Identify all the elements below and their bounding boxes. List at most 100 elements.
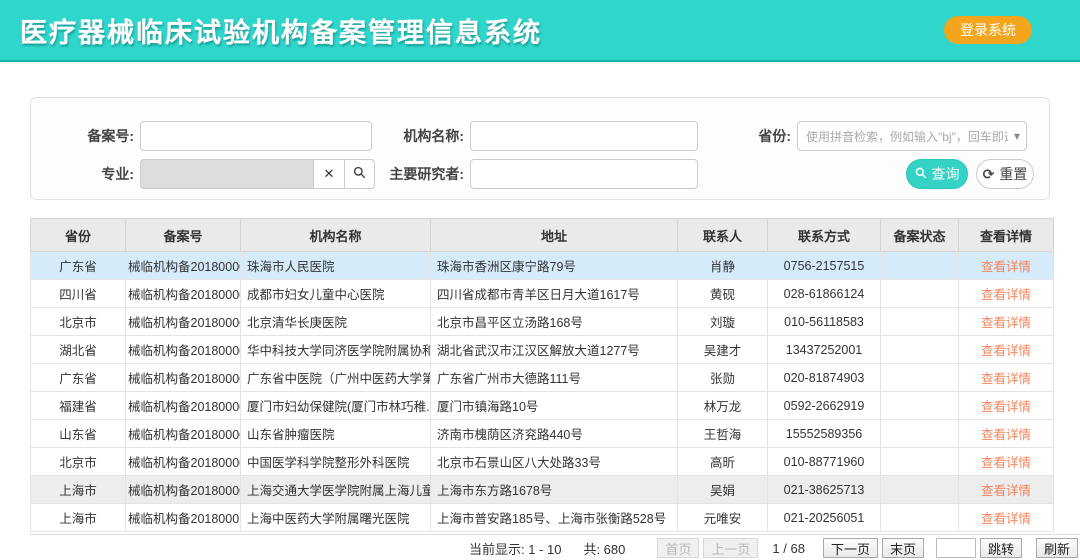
cell-province: 山东省 — [31, 420, 126, 448]
cell-detail: 查看详情 — [959, 504, 1054, 532]
cell-province: 上海市 — [31, 504, 126, 532]
cell-contact: 元唯安 — [678, 504, 768, 532]
cell-detail: 查看详情 — [959, 364, 1054, 392]
total-count: 共: 680 — [583, 539, 625, 558]
province-field: 省份: 使用拼音检索，例如输入"bj"，回车即选... ▾ — [711, 120, 1027, 152]
cell-phone: 010-56118583 — [768, 308, 881, 336]
cell-phone: 0592-2662919 — [768, 392, 881, 420]
column-header: 备案号 — [126, 219, 241, 252]
cell-address: 厦门市镇海路10号 — [431, 392, 678, 420]
table-row[interactable]: 上海市械临机构备201800009上海交通大学医学院附属上海儿童...上海市东方… — [31, 476, 1054, 504]
cell-org: 北京清华长庚医院 — [241, 308, 431, 336]
cell-status — [881, 392, 959, 420]
form-actions: 查询 ⟳ 重置 — [906, 158, 1034, 190]
table-row[interactable]: 广东省械临机构备201800005广东省中医院（广州中医药大学第...广东省广州… — [31, 364, 1054, 392]
view-detail-link[interactable]: 查看详情 — [981, 344, 1031, 358]
next-page-button[interactable]: 下一页 — [823, 538, 878, 558]
pi-label: 主要研究者: — [371, 164, 464, 184]
cell-province: 北京市 — [31, 308, 126, 336]
last-page-button[interactable]: 末页 — [882, 538, 924, 558]
cell-phone: 021-20256051 — [768, 504, 881, 532]
page-jump-input[interactable] — [936, 538, 976, 558]
cell-address: 北京市石景山区八大处路33号 — [431, 448, 678, 476]
refresh-button[interactable]: 刷新 — [1036, 538, 1078, 558]
cell-org: 厦门市妇幼保健院(厦门市林巧稚... — [241, 392, 431, 420]
org-name-input[interactable] — [470, 121, 698, 151]
cell-detail: 查看详情 — [959, 476, 1054, 504]
view-detail-link[interactable]: 查看详情 — [981, 400, 1031, 414]
view-detail-link[interactable]: 查看详情 — [981, 316, 1031, 330]
cell-contact: 黄砚 — [678, 280, 768, 308]
cell-detail: 查看详情 — [959, 420, 1054, 448]
cell-detail: 查看详情 — [959, 280, 1054, 308]
close-icon: ✕ — [324, 166, 335, 182]
page-title: 医疗器械临床试验机构备案管理信息系统 — [20, 11, 542, 50]
view-detail-link[interactable]: 查看详情 — [981, 372, 1031, 386]
search-panel: 备案号: 机构名称: 省份: 使用拼音检索，例如输入"bj"，回车即选... ▾… — [30, 97, 1050, 200]
cell-address: 湖北省武汉市江汉区解放大道1277号 — [431, 336, 678, 364]
table-row[interactable]: 广东省械临机构备201800001珠海市人民医院珠海市香洲区康宁路79号肖静07… — [31, 252, 1054, 280]
specialty-clear-button[interactable]: ✕ — [313, 159, 344, 189]
cell-filing_no: 械临机构备201800002 — [126, 280, 241, 308]
table-row[interactable]: 北京市械临机构备201800008中国医学科学院整形外科医院北京市石景山区八大处… — [31, 448, 1054, 476]
search-icon — [915, 166, 927, 182]
table-row[interactable]: 上海市械临机构备201800010上海中医药大学附属曙光医院上海市普安路185号… — [31, 504, 1054, 532]
refresh-icon: ⟳ — [983, 167, 995, 181]
province-select[interactable]: 使用拼音检索，例如输入"bj"，回车即选... ▾ — [797, 121, 1027, 151]
first-page-button[interactable]: 首页 — [657, 538, 699, 558]
cell-province: 湖北省 — [31, 336, 126, 364]
cell-address: 上海市东方路1678号 — [431, 476, 678, 504]
filing-no-input[interactable] — [140, 121, 372, 151]
cell-phone: 028-61866124 — [768, 280, 881, 308]
cell-detail: 查看详情 — [959, 252, 1054, 280]
cell-province: 广东省 — [31, 252, 126, 280]
view-detail-link[interactable]: 查看详情 — [981, 288, 1031, 302]
cell-phone: 15552589356 — [768, 420, 881, 448]
reset-button[interactable]: ⟳ 重置 — [976, 159, 1034, 189]
cell-province: 广东省 — [31, 364, 126, 392]
org-name-label: 机构名称: — [371, 126, 464, 146]
results-table: 省份备案号机构名称地址联系人联系方式备案状态查看详情 广东省械临机构备20180… — [30, 218, 1054, 532]
view-detail-link[interactable]: 查看详情 — [981, 456, 1031, 470]
prev-page-button[interactable]: 上一页 — [703, 538, 758, 558]
table-row[interactable]: 四川省械临机构备201800002成都市妇女儿童中心医院四川省成都市青羊区日月大… — [31, 280, 1054, 308]
province-label: 省份: — [711, 126, 791, 146]
table-row[interactable]: 北京市械临机构备201800003北京清华长庚医院北京市昌平区立汤路168号刘璇… — [31, 308, 1054, 336]
cell-status — [881, 448, 959, 476]
cell-filing_no: 械临机构备201800007 — [126, 420, 241, 448]
table-row[interactable]: 福建省械临机构备201800006厦门市妇幼保健院(厦门市林巧稚...厦门市镇海… — [31, 392, 1054, 420]
table-row[interactable]: 湖北省械临机构备201800004华中科技大学同济医学院附属协和医院湖北省武汉市… — [31, 336, 1054, 364]
table-header-row: 省份备案号机构名称地址联系人联系方式备案状态查看详情 — [31, 219, 1054, 252]
cell-detail: 查看详情 — [959, 392, 1054, 420]
cell-status — [881, 252, 959, 280]
cell-province: 四川省 — [31, 280, 126, 308]
view-detail-link[interactable]: 查看详情 — [981, 260, 1031, 274]
pi-input[interactable] — [470, 159, 698, 189]
cell-org: 山东省肿瘤医院 — [241, 420, 431, 448]
login-button[interactable]: 登录系统 — [944, 16, 1032, 44]
specialty-field: 专业: ✕ — [36, 158, 375, 190]
jump-button[interactable]: 跳转 — [980, 538, 1022, 558]
cell-status — [881, 420, 959, 448]
chevron-down-icon: ▾ — [1014, 129, 1020, 143]
view-detail-link[interactable]: 查看详情 — [981, 512, 1031, 526]
cell-province: 上海市 — [31, 476, 126, 504]
cell-address: 北京市昌平区立汤路168号 — [431, 308, 678, 336]
table-row[interactable]: 山东省械临机构备201800007山东省肿瘤医院济南市槐荫区济兖路440号王哲海… — [31, 420, 1054, 448]
cell-org: 华中科技大学同济医学院附属协和医院 — [241, 336, 431, 364]
cell-phone: 13437252001 — [768, 336, 881, 364]
cell-contact: 肖静 — [678, 252, 768, 280]
cell-address: 四川省成都市青羊区日月大道1617号 — [431, 280, 678, 308]
cell-filing_no: 械临机构备201800006 — [126, 392, 241, 420]
cell-address: 广东省广州市大德路111号 — [431, 364, 678, 392]
cell-status — [881, 364, 959, 392]
app-header: 医疗器械临床试验机构备案管理信息系统 登录系统 — [0, 0, 1080, 62]
cell-contact: 张勋 — [678, 364, 768, 392]
cell-contact: 王哲海 — [678, 420, 768, 448]
query-button[interactable]: 查询 — [906, 159, 968, 189]
specialty-input[interactable] — [140, 159, 313, 189]
view-detail-link[interactable]: 查看详情 — [981, 484, 1031, 498]
cell-org: 成都市妇女儿童中心医院 — [241, 280, 431, 308]
view-detail-link[interactable]: 查看详情 — [981, 428, 1031, 442]
cell-org: 上海中医药大学附属曙光医院 — [241, 504, 431, 532]
